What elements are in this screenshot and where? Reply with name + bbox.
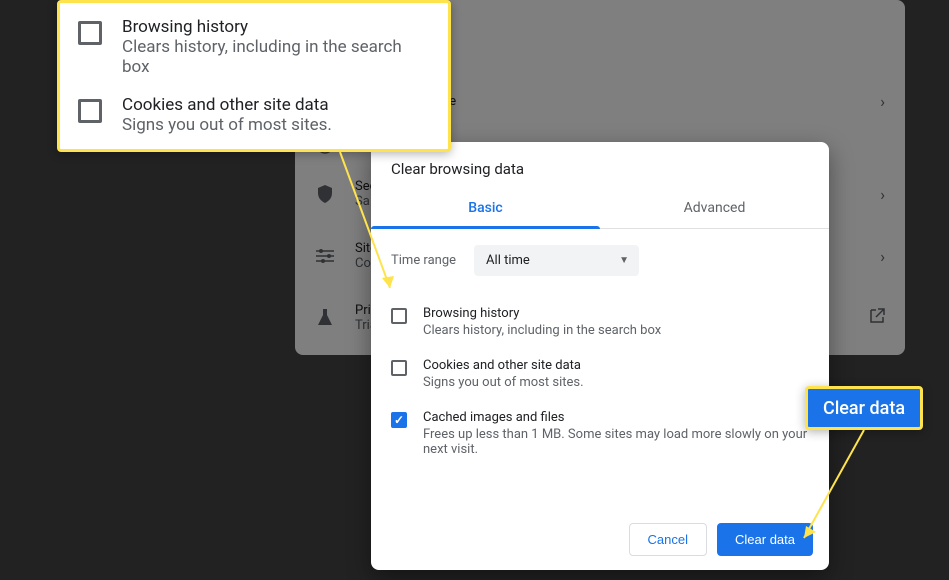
time-range-row: Time range All time ▼ [391,245,809,276]
option-desc: Clears history, including in the search … [423,323,661,338]
option-desc: Signs you out of most sites. [423,375,584,390]
callout-label: Clear data [823,398,905,419]
checkbox-cached[interactable] [391,412,407,428]
callout-checkbox-icon [78,21,102,45]
dialog-tabs: Basic Advanced [371,188,829,229]
checkbox-cookies[interactable] [391,360,407,376]
dialog-footer: Cancel Clear data [371,509,829,570]
checkbox-browsing-history[interactable] [391,308,407,324]
callout-checkbox-icon [78,99,102,123]
time-range-label: Time range [391,253,456,268]
chevron-down-icon: ▼ [619,255,629,266]
cancel-button[interactable]: Cancel [629,523,707,556]
callout-item-title: Browsing history [122,17,430,37]
callout-item-desc: Signs you out of most sites. [122,115,332,135]
dialog-body: Time range All time ▼ Browsing history C… [371,229,829,509]
option-desc: Frees up less than 1 MB. Some sites may … [423,427,809,457]
option-title: Cached images and files [423,410,809,425]
time-range-select[interactable]: All time ▼ [474,245,639,276]
clear-data-button[interactable]: Clear data [717,523,813,556]
callout-item-desc: Clears history, including in the search … [122,37,430,77]
callout-item-title: Cookies and other site data [122,95,332,115]
clear-browsing-data-dialog: Clear browsing data Basic Advanced Time … [371,142,829,570]
tab-basic[interactable]: Basic [371,188,600,228]
option-title: Browsing history [423,306,661,321]
option-browsing-history: Browsing history Clears history, includi… [391,296,809,348]
option-cached: Cached images and files Frees up less th… [391,400,809,467]
tab-advanced[interactable]: Advanced [600,188,829,228]
time-range-value: All time [486,253,530,268]
option-title: Cookies and other site data [423,358,584,373]
callout-clear-data: Clear data [805,386,923,430]
option-cookies: Cookies and other site data Signs you ou… [391,348,809,400]
callout-checkboxes: Browsing history Clears history, includi… [57,0,451,152]
